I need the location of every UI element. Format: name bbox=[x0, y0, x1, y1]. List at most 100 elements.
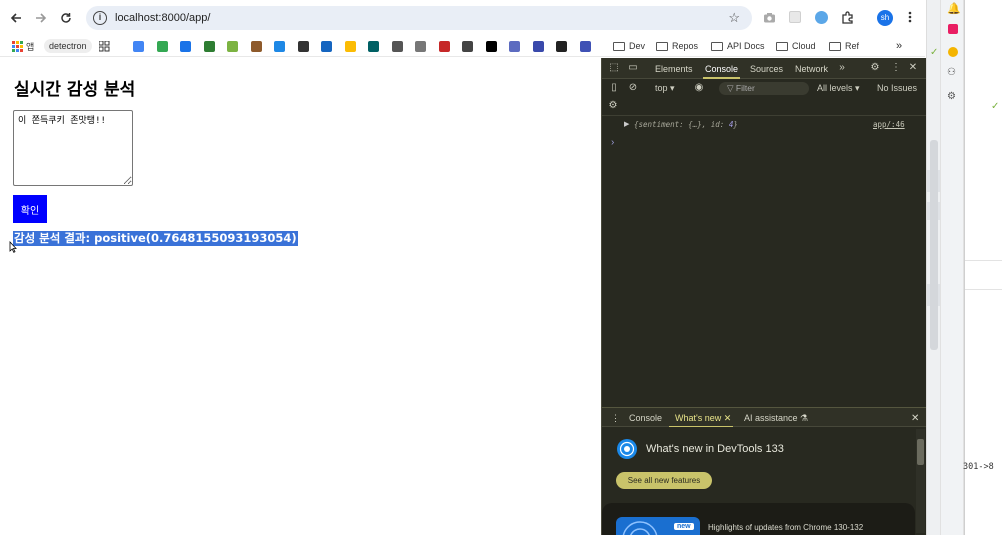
log-object-preview: {sentiment: {…}, id: 4} bbox=[634, 120, 738, 129]
sentence-input[interactable]: 이 쫀득쿠키 존맛탱!! bbox=[13, 110, 133, 186]
log-object-prefix: {sentiment: {…}, id: bbox=[634, 120, 729, 129]
bookmark-favicon[interactable] bbox=[297, 41, 309, 52]
notification-bell-icon[interactable]: 🔔 bbox=[947, 2, 961, 15]
extension-feather-icon[interactable] bbox=[813, 9, 829, 25]
chevron-double-right-icon[interactable]: » bbox=[896, 38, 902, 54]
more-options-icon[interactable]: ⋮ bbox=[890, 62, 902, 74]
expand-triangle-icon[interactable]: ▶ bbox=[624, 120, 629, 128]
bookmark-favicon[interactable] bbox=[415, 41, 426, 52]
camera-icon[interactable] bbox=[761, 9, 777, 25]
bookmark-folder-ref[interactable]: Ref bbox=[829, 38, 859, 54]
log-levels-label: All levels bbox=[817, 83, 853, 93]
bookmark-favicon[interactable] bbox=[438, 41, 450, 52]
close-icon[interactable]: ✕ bbox=[907, 62, 919, 74]
site-info-icon[interactable]: i bbox=[93, 11, 107, 25]
users-icon[interactable]: ⚇ bbox=[947, 67, 956, 78]
background-code-snippet: 301->8 bbox=[963, 462, 994, 472]
bookmark-folder-repos[interactable]: Repos bbox=[656, 38, 698, 54]
bookmark-detectron[interactable]: detectron bbox=[44, 38, 92, 54]
tab-elements[interactable]: Elements bbox=[655, 64, 693, 74]
bookmark-favicon[interactable] bbox=[344, 41, 356, 52]
address-bar[interactable]: i localhost:8000/app/ ☆ bbox=[86, 6, 752, 30]
bookmark-folder-label: API Docs bbox=[727, 41, 765, 51]
bookmark-star-icon[interactable]: ☆ bbox=[728, 10, 740, 26]
drawer-tab-whats-new[interactable]: What's new ✕ bbox=[668, 413, 734, 428]
console-prompt-icon[interactable]: › bbox=[611, 137, 614, 148]
database-icon[interactable] bbox=[948, 47, 958, 57]
bookmark-favicon[interactable] bbox=[532, 41, 544, 52]
account-settings-icon[interactable]: ⚙ bbox=[947, 91, 956, 102]
bookmark-favicon[interactable] bbox=[485, 41, 497, 52]
bookmark-apps[interactable]: 앱 bbox=[12, 38, 34, 54]
console-toolbar: ▯ ⊘ top ▾ ◉ ▽ Filter All levels ▾ No Iss… bbox=[602, 79, 927, 97]
highlights-text: Highlights of updates from Chrome 130-13… bbox=[708, 523, 864, 532]
bookmark-favicon[interactable] bbox=[368, 41, 379, 52]
bookmark-favicon[interactable] bbox=[509, 41, 520, 52]
background-editor-line bbox=[965, 260, 1002, 290]
bookmark-grid-icon[interactable] bbox=[99, 38, 110, 54]
tab-sources[interactable]: Sources bbox=[750, 64, 783, 74]
context-selector[interactable]: top ▾ bbox=[655, 83, 675, 94]
extension-pink-icon[interactable] bbox=[948, 24, 958, 34]
back-arrow-icon[interactable] bbox=[4, 6, 28, 30]
context-label: top bbox=[655, 83, 668, 93]
bookmark-favicon[interactable] bbox=[203, 41, 215, 52]
confirm-button[interactable]: 확인 bbox=[13, 195, 47, 223]
log-source-link[interactable]: app/:46 bbox=[873, 120, 905, 129]
bookmark-favicon[interactable] bbox=[556, 41, 567, 52]
bookmark-favicon[interactable] bbox=[579, 41, 591, 52]
drawer-tab-ai-assistance[interactable]: AI assistance ⚗ bbox=[744, 413, 808, 424]
page-viewport: 실시간 감성 분석 이 쫀득쿠키 존맛탱!! 확인 감성 분석 결과: posi… bbox=[0, 58, 601, 535]
bookmark-favicon[interactable] bbox=[180, 41, 191, 52]
bookmark-folder-dev[interactable]: Dev bbox=[613, 38, 645, 54]
bookmark-favicon[interactable] bbox=[156, 41, 168, 52]
page-title: 실시간 감성 분석 bbox=[14, 80, 136, 100]
close-drawer-icon[interactable]: ✕ bbox=[911, 413, 919, 424]
eye-icon[interactable]: ◉ bbox=[693, 82, 705, 94]
issues-counter[interactable]: No Issues bbox=[877, 83, 917, 93]
screen: i localhost:8000/app/ ☆ sh 앱 detectron D… bbox=[0, 0, 1002, 535]
tab-network[interactable]: Network bbox=[795, 64, 828, 74]
check-icon: ✓ bbox=[930, 47, 939, 58]
bookmark-favicon[interactable] bbox=[274, 41, 285, 52]
result-text: 감성 분석 결과: positive(0.7648155093193054) bbox=[13, 231, 298, 246]
close-tab-icon[interactable]: ✕ bbox=[724, 413, 732, 423]
drawer-scrollbar-thumb[interactable] bbox=[917, 439, 924, 465]
filter-input[interactable]: ▽ Filter bbox=[719, 82, 809, 95]
bookmark-favicon[interactable] bbox=[227, 41, 238, 52]
bookmark-favicon[interactable] bbox=[462, 41, 473, 52]
extension-blank-icon[interactable] bbox=[787, 9, 803, 25]
extensions-puzzle-icon[interactable] bbox=[839, 9, 855, 25]
bookmark-favicon[interactable] bbox=[133, 41, 144, 52]
bookmark-folder-api-docs[interactable]: API Docs bbox=[711, 38, 765, 54]
background-editor: ✓ bbox=[964, 0, 1002, 535]
bookmark-detectron-label: detectron bbox=[44, 39, 92, 53]
log-levels-dropdown[interactable]: All levels ▾ bbox=[817, 83, 860, 94]
see-all-features-button[interactable]: See all new features bbox=[616, 472, 712, 489]
settings-gear-icon[interactable]: ⚙ bbox=[869, 62, 881, 74]
bookmark-folder-cloud[interactable]: Cloud bbox=[776, 38, 816, 54]
bookmark-favicon[interactable] bbox=[321, 41, 332, 52]
highlights-card[interactable]: new Highlights of updates from Chrome 13… bbox=[602, 503, 915, 535]
background-scrollbar[interactable] bbox=[930, 140, 938, 350]
clear-console-icon[interactable]: ⊘ bbox=[627, 82, 639, 94]
drawer-menu-icon[interactable]: ⋮ bbox=[611, 413, 620, 424]
inspect-element-icon[interactable]: ⬚ bbox=[608, 62, 620, 74]
new-badge: new bbox=[674, 523, 694, 530]
more-tabs-icon[interactable]: » bbox=[836, 62, 848, 74]
url-text: localhost:8000/app/ bbox=[115, 12, 211, 24]
sidebar-toggle-icon[interactable]: ▯ bbox=[608, 82, 620, 94]
device-toolbar-icon[interactable]: ▭ bbox=[627, 62, 639, 74]
console-settings-gear-icon[interactable]: ⚙ bbox=[607, 100, 619, 112]
menu-kebab-icon[interactable] bbox=[902, 9, 918, 25]
drawer-tab-ai-label: AI assistance bbox=[744, 413, 798, 423]
folder-icon bbox=[613, 41, 625, 51]
console-log-entry[interactable]: ▶ {sentiment: {…}, id: 4} app/:46 bbox=[602, 116, 927, 134]
forward-arrow-icon[interactable] bbox=[29, 6, 53, 30]
bookmark-favicon[interactable] bbox=[391, 41, 403, 52]
tab-console[interactable]: Console bbox=[702, 64, 741, 79]
bookmark-favicon[interactable] bbox=[250, 41, 262, 52]
reload-icon[interactable] bbox=[54, 6, 78, 30]
profile-avatar[interactable]: sh bbox=[877, 10, 893, 26]
drawer-tab-console[interactable]: Console bbox=[629, 413, 662, 423]
